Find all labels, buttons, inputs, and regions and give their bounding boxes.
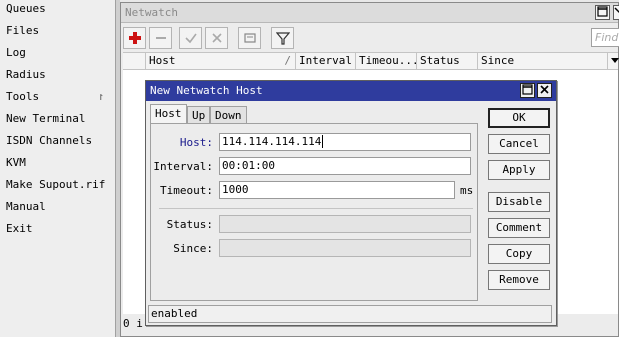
menu-item-label: Log [6, 46, 26, 59]
column-since[interactable]: Since [477, 53, 607, 69]
close-icon [614, 7, 619, 14]
tab-panel-host: Host: 114.114.114.114 Interval: 00:01:00… [150, 123, 478, 301]
column-timeout[interactable]: Timeou... [355, 53, 419, 69]
ok-button[interactable]: OK [488, 108, 550, 128]
comment-button[interactable]: Comment [488, 218, 550, 238]
menu-item-radius[interactable]: Radius [0, 64, 116, 86]
menu-item-label: Tools [6, 90, 40, 103]
column-label: Interval [299, 54, 352, 67]
sort-icon: / [284, 54, 291, 67]
text-cursor [322, 135, 324, 148]
menu-item-label: New Terminal [6, 112, 86, 125]
dialog-titlebar[interactable]: New Netwatch Host [146, 81, 556, 101]
tab-host[interactable]: Host [150, 104, 187, 124]
menu-item-label: Manual [6, 200, 46, 213]
menu-item-label: KVM [6, 156, 26, 169]
plus-icon [128, 32, 141, 44]
netwatch-titlebar[interactable]: Netwatch [121, 3, 619, 23]
remove-button[interactable] [149, 27, 172, 49]
copy-button[interactable]: Copy [488, 244, 550, 264]
tab-label: Up [192, 109, 206, 122]
column-label: Status [420, 54, 460, 67]
dialog-title: New Netwatch Host [150, 84, 263, 97]
apply-button[interactable]: Apply [488, 160, 550, 180]
maximize-icon [597, 6, 608, 17]
menu-item-files[interactable]: Files [0, 20, 116, 42]
submenu-arrow-icon: ↾ [97, 90, 104, 103]
item-count: 0 i [123, 317, 143, 330]
dropdown-arrow-icon [611, 58, 619, 63]
menu-item-isdn-channels[interactable]: ISDN Channels [0, 130, 116, 152]
dialog-status-bar: enabled [148, 305, 552, 323]
menu-item-exit[interactable]: Exit [0, 218, 116, 240]
menu-item-new-terminal[interactable]: New Terminal [0, 108, 116, 130]
remove-button[interactable]: Remove [488, 270, 550, 290]
timeout-unit: ms [460, 184, 474, 197]
new-netwatch-host-dialog: New Netwatch Host Host Up Down Host: 114… [145, 80, 557, 326]
menu-item-queues[interactable]: Queues [0, 0, 116, 20]
window-title: Netwatch [125, 6, 178, 19]
left-menu: Queues Files Log Radius Tools ↾ New Term… [0, 0, 116, 337]
close-button[interactable] [613, 5, 619, 20]
divider [159, 208, 473, 209]
tab-label: Down [215, 109, 242, 122]
menu-item-kvm[interactable]: KVM [0, 152, 116, 174]
status-label: Status: [166, 218, 213, 231]
column-label: Timeou... [359, 54, 419, 67]
disable-button[interactable] [205, 27, 228, 49]
menu-item-label: Files [6, 24, 40, 37]
timeout-label: Timeout: [160, 184, 213, 197]
host-label: Host: [179, 136, 213, 149]
since-label: Since: [173, 242, 213, 255]
dialog-maximize-button[interactable] [520, 83, 535, 98]
filter-icon [275, 32, 290, 45]
menu-item-manual[interactable]: Manual [0, 196, 116, 218]
cancel-button[interactable]: Cancel [488, 134, 550, 154]
tab-label: Host [155, 107, 182, 120]
filter-button[interactable] [271, 27, 294, 49]
menu-item-label: Queues [6, 2, 46, 15]
column-host[interactable]: Host / [145, 53, 295, 69]
status-field [219, 215, 471, 233]
column-label: Since [481, 54, 515, 67]
menu-item-label: Radius [6, 68, 46, 81]
x-icon [211, 33, 222, 43]
menu-item-tools[interactable]: Tools ↾ [0, 86, 116, 108]
interval-label: Interval: [153, 160, 213, 173]
menu-item-label: ISDN Channels [6, 134, 93, 147]
menu-item-make-supout[interactable]: Make Supout.rif [0, 174, 116, 196]
enable-button[interactable] [179, 27, 202, 49]
columns-menu-button[interactable] [607, 53, 619, 69]
dialog-close-button[interactable] [537, 83, 552, 98]
column-status[interactable]: Status [416, 53, 477, 69]
maximize-button[interactable] [595, 5, 610, 20]
interval-input[interactable]: 00:01:00 [219, 157, 471, 175]
tab-up[interactable]: Up [187, 106, 211, 124]
note-icon [243, 33, 256, 43]
since-field [219, 239, 471, 257]
add-button[interactable] [123, 27, 146, 49]
maximize-icon [522, 84, 533, 95]
comment-button[interactable] [238, 27, 261, 49]
table-header: Host / Interval Timeou... Status Since [123, 52, 619, 70]
find-input[interactable]: Find [591, 28, 619, 47]
menu-item-label: Make Supout.rif [6, 178, 106, 191]
host-input[interactable]: 114.114.114.114 [219, 133, 471, 151]
toolbar: Find [121, 24, 619, 52]
check-icon [184, 33, 197, 44]
timeout-input[interactable]: 1000 [219, 181, 455, 199]
column-label: Host [149, 54, 176, 67]
close-icon [540, 85, 549, 94]
disable-button[interactable]: Disable [488, 192, 550, 212]
menu-item-label: Exit [6, 222, 33, 235]
column-interval[interactable]: Interval [295, 53, 355, 69]
host-value: 114.114.114.114 [222, 135, 322, 148]
minus-icon [155, 37, 166, 39]
tab-down[interactable]: Down [210, 106, 247, 124]
menu-item-log[interactable]: Log [0, 42, 116, 64]
